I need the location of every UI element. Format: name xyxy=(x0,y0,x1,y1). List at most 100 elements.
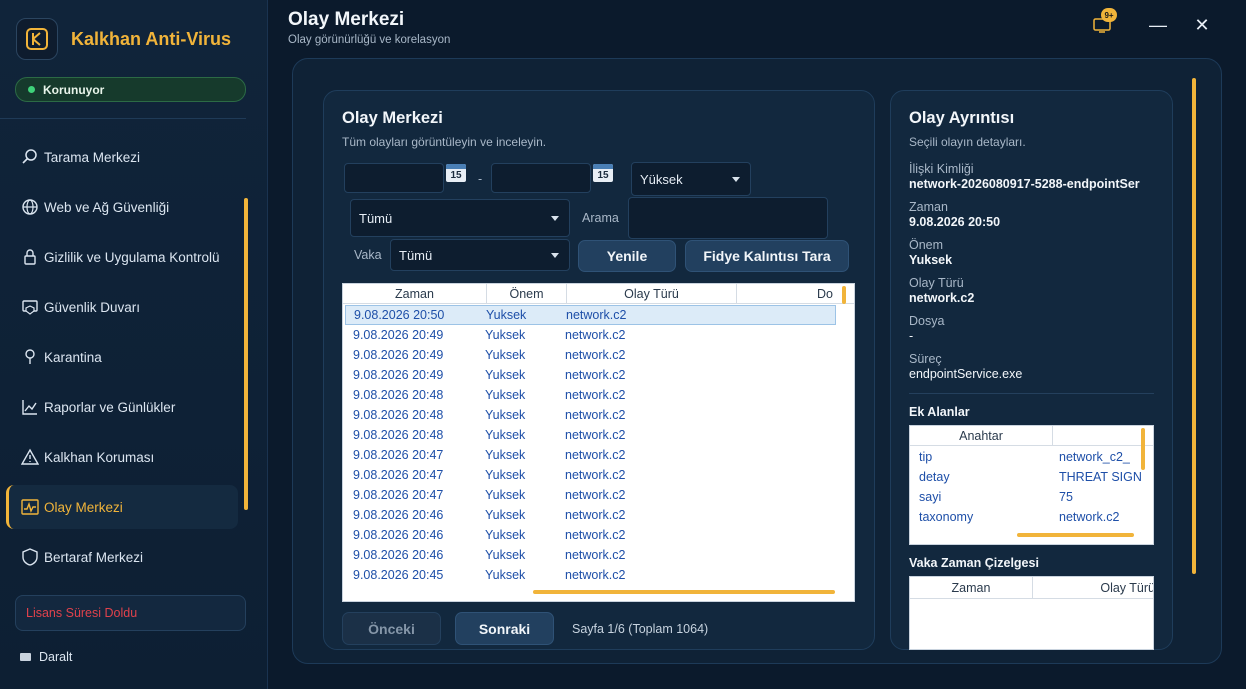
key-cell: taxonomy xyxy=(919,510,974,524)
extra-fields-table[interactable]: Anahtar tip network_c2_ detay THREAT SIGN … xyxy=(909,425,1154,545)
column-header-time[interactable]: Zaman xyxy=(910,577,1033,599)
protection-status-badge: Korunuyor xyxy=(15,77,246,102)
table-row[interactable]: 9.08.2026 20:49 Yuksek network.c2 xyxy=(345,345,836,365)
table-row[interactable]: 9.08.2026 20:47 Yuksek network.c2 xyxy=(345,465,836,485)
extra-fields-vertical-scrollbar[interactable] xyxy=(1141,428,1145,470)
severity-cell: Yuksek xyxy=(485,488,526,502)
chevron-down-icon xyxy=(732,177,740,182)
date-range-separator: - xyxy=(478,172,483,186)
type-cell: network.c2 xyxy=(565,368,626,382)
sidebar-item-label: Güvenlik Duvarı xyxy=(44,299,141,315)
value-cell: network_c2_ xyxy=(1059,450,1130,464)
case-timeline-title: Vaka Zaman Çizelgesi xyxy=(909,556,1039,570)
table-row[interactable]: 9.08.2026 20:50 Yuksek network.c2 xyxy=(345,305,836,325)
table-row[interactable]: 9.08.2026 20:49 Yuksek network.c2 xyxy=(345,365,836,385)
column-header-type[interactable]: Olay Türü xyxy=(567,284,737,304)
column-header-file[interactable]: Do xyxy=(737,284,854,304)
sidebar-item-web-network[interactable]: Web ve Ağ Güvenliği xyxy=(6,185,238,229)
detail-title: Olay Ayrıntısı xyxy=(909,109,1015,127)
case-filter-select[interactable]: Tümü xyxy=(390,239,570,271)
table-row[interactable]: taxonomy network.c2 xyxy=(910,507,1153,527)
table-row[interactable]: sayi 75 xyxy=(910,487,1153,507)
time-cell: 9.08.2026 20:48 xyxy=(353,428,444,442)
table-row[interactable]: 9.08.2026 20:48 Yuksek network.c2 xyxy=(345,425,836,445)
main-scrollbar[interactable] xyxy=(1192,78,1196,574)
extra-fields-horizontal-scrollbar[interactable] xyxy=(1017,533,1134,537)
table-row[interactable]: 9.08.2026 20:47 Yuksek network.c2 xyxy=(345,485,836,505)
type-cell: network.c2 xyxy=(565,468,626,482)
events-table[interactable]: Zaman Önem Olay Türü Do 9.08.2026 20:50 Y… xyxy=(342,283,855,602)
table-row[interactable]: detay THREAT SIGN xyxy=(910,467,1153,487)
sidebar-item-privacy[interactable]: Gizlilik ve Uygulama Kontrolü xyxy=(6,235,238,279)
sidebar-scrollbar[interactable] xyxy=(244,198,248,510)
key-cell: tip xyxy=(919,450,933,464)
sidebar-item-remediation[interactable]: Bertaraf Merkezi xyxy=(6,535,238,579)
type-filter-select[interactable]: Tümü xyxy=(350,199,570,237)
events-subtitle: Tüm olayları görüntüleyin ve inceleyin. xyxy=(342,135,547,149)
severity-cell: Yuksek xyxy=(485,368,526,382)
search-input[interactable] xyxy=(628,197,828,239)
ransomware-scan-button[interactable]: Fidye Kalıntısı Tara xyxy=(685,240,849,272)
table-row[interactable]: 9.08.2026 20:48 Yuksek network.c2 xyxy=(345,385,836,405)
table-row[interactable]: 9.08.2026 20:45 Yuksek network.c2 xyxy=(345,565,836,585)
events-title: Olay Merkezi xyxy=(342,109,443,127)
sidebar-item-quarantine[interactable]: Karantina xyxy=(6,335,238,379)
column-header-key[interactable]: Anahtar xyxy=(910,426,1053,446)
correlation-id-label: İlişki Kimliği xyxy=(909,162,974,176)
previous-page-button[interactable]: Önceki xyxy=(342,612,441,645)
table-row[interactable]: 9.08.2026 20:46 Yuksek network.c2 xyxy=(345,525,836,545)
severity-value: Yüksek xyxy=(640,171,683,187)
collapse-button[interactable]: Daralt xyxy=(20,650,72,664)
table-horizontal-scrollbar[interactable] xyxy=(533,590,835,594)
column-header-severity[interactable]: Önem xyxy=(487,284,567,304)
type-cell: network.c2 xyxy=(565,408,626,422)
time-cell: 9.08.2026 20:49 xyxy=(353,348,444,362)
severity-cell: Yuksek xyxy=(485,348,526,362)
extra-fields-title: Ek Alanlar xyxy=(909,405,970,419)
shield-icon xyxy=(20,547,40,567)
detail-divider xyxy=(909,393,1154,394)
page-subtitle: Olay görünürlüğü ve korelasyon xyxy=(288,34,451,46)
license-expired-notice[interactable]: Lisans Süresi Doldu xyxy=(15,595,246,631)
sidebar-item-event-center[interactable]: Olay Merkezi xyxy=(6,485,238,529)
sidebar-item-scan-center[interactable]: Tarama Merkezi xyxy=(6,135,238,179)
severity-select[interactable]: Yüksek xyxy=(631,162,751,196)
type-cell: network.c2 xyxy=(565,328,626,342)
start-date-field[interactable] xyxy=(344,163,444,193)
refresh-button[interactable]: Yenile xyxy=(578,240,676,272)
table-body: 9.08.2026 20:50 Yuksek network.c2 9.08.2026… xyxy=(345,305,836,585)
warning-icon xyxy=(20,447,40,467)
type-cell: network.c2 xyxy=(565,548,626,562)
time-cell: 9.08.2026 20:46 xyxy=(353,508,444,522)
column-header-type[interactable]: Olay Türü xyxy=(1033,577,1153,599)
table-row[interactable]: 9.08.2026 20:49 Yuksek network.c2 xyxy=(345,325,836,345)
close-button[interactable]: ✕ xyxy=(1191,14,1213,36)
column-header-time[interactable]: Zaman xyxy=(343,284,487,304)
time-cell: 9.08.2026 20:46 xyxy=(353,548,444,562)
table-vertical-scrollbar[interactable] xyxy=(842,286,846,304)
time-cell: 9.08.2026 20:47 xyxy=(353,468,444,482)
app-logo xyxy=(16,18,58,60)
minimize-button[interactable]: — xyxy=(1147,14,1169,36)
column-header-value[interactable] xyxy=(1053,426,1153,446)
time-cell: 9.08.2026 20:49 xyxy=(353,368,444,382)
table-row[interactable]: 9.08.2026 20:48 Yuksek network.c2 xyxy=(345,405,836,425)
globe-icon xyxy=(20,197,40,217)
end-date-calendar-icon[interactable]: 15 xyxy=(593,164,613,182)
table-row[interactable]: 9.08.2026 20:46 Yuksek network.c2 xyxy=(345,545,836,565)
severity-cell: Yuksek xyxy=(485,428,526,442)
value-cell: 75 xyxy=(1059,490,1073,504)
sidebar-item-reports[interactable]: Raporlar ve Günlükler xyxy=(6,385,238,429)
table-row[interactable]: tip network_c2_ xyxy=(910,447,1153,467)
table-row[interactable]: 9.08.2026 20:46 Yuksek network.c2 xyxy=(345,505,836,525)
start-date-calendar-icon[interactable]: 15 xyxy=(446,164,466,182)
severity-cell: Yuksek xyxy=(485,408,526,422)
sidebar-item-firewall[interactable]: Güvenlik Duvarı xyxy=(6,285,238,329)
case-timeline-table[interactable]: Zaman Olay Türü xyxy=(909,576,1154,650)
sidebar-item-kalkhan-protection[interactable]: Kalkhan Koruması xyxy=(6,435,238,479)
process-label: Süreç xyxy=(909,352,942,366)
next-page-button[interactable]: Sonraki xyxy=(455,612,554,645)
pagination-info: Sayfa 1/6 (Toplam 1064) xyxy=(572,622,709,636)
end-date-field[interactable] xyxy=(491,163,591,193)
table-row[interactable]: 9.08.2026 20:47 Yuksek network.c2 xyxy=(345,445,836,465)
